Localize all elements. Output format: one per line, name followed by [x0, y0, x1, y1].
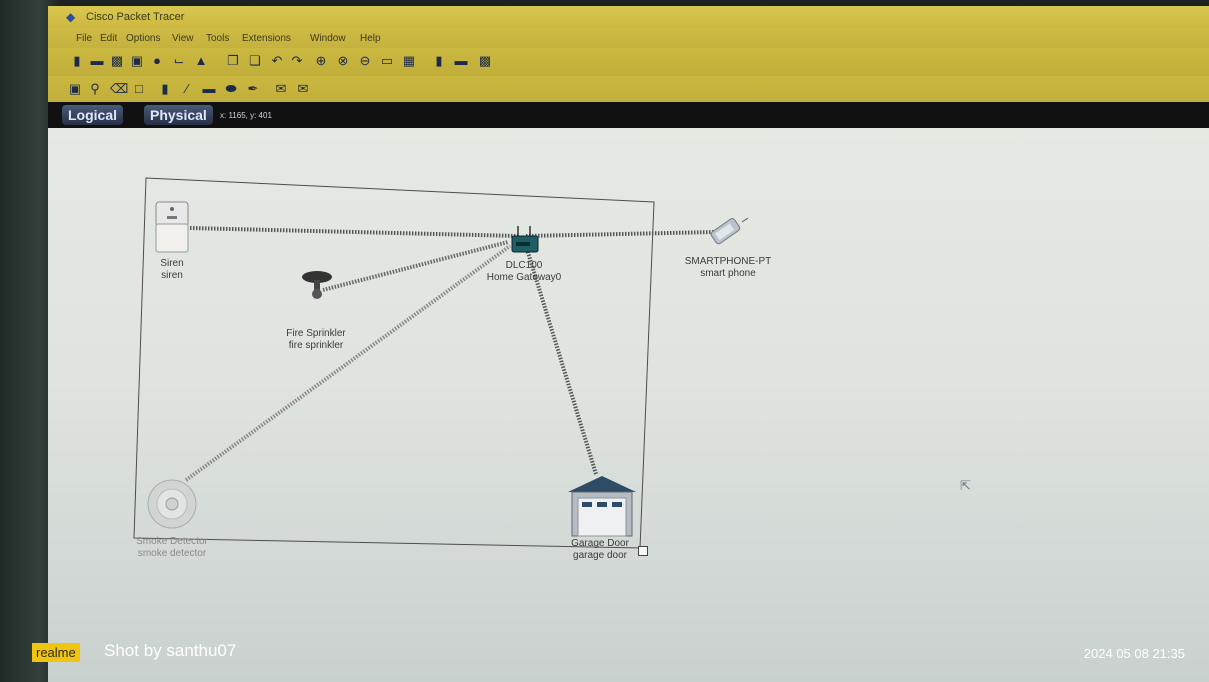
paste-icon[interactable]: ❏	[248, 54, 262, 68]
garage-door-type-label: Garage Door	[571, 538, 629, 549]
add-complex-pdu-icon[interactable]: ✉	[296, 82, 310, 96]
tab-logical[interactable]: Logical	[62, 105, 124, 125]
logical-workspace[interactable]: Siren siren Fire Sprinkler fire sprinkle…	[48, 128, 1209, 682]
smoke-detector-label: Smoke Detector smoke detector	[124, 536, 220, 560]
menu-help[interactable]: Help	[360, 33, 381, 44]
new-file-icon[interactable]: ▮	[70, 54, 84, 68]
shot-by-caption: Shot by santhu07	[104, 641, 237, 660]
activity-icon[interactable]: ▲	[194, 54, 208, 68]
menu-window[interactable]: Window	[310, 33, 346, 44]
link-siren-gateway[interactable]	[189, 226, 519, 238]
place-note-icon[interactable]: ▮	[158, 82, 172, 96]
fire-sprinkler-icon	[302, 271, 332, 299]
open-folder-icon[interactable]: ▬	[90, 54, 104, 68]
redo-icon[interactable]: ↷	[290, 54, 304, 68]
coordinate-readout: x: 1165, y: 401	[220, 111, 272, 120]
inspect-icon[interactable]: ⚲	[88, 82, 102, 96]
print-icon[interactable]: ▣	[130, 54, 144, 68]
smartphone-label: SMARTPHONE-PT smart phone	[668, 256, 788, 280]
menu-tools[interactable]: Tools	[206, 33, 229, 44]
notes-icon[interactable]: ▮	[432, 54, 446, 68]
menu-file[interactable]: File	[76, 33, 92, 44]
fire-sprinkler-type-label: Fire Sprinkler	[286, 328, 346, 339]
topology-canvas	[133, 177, 717, 549]
smartphone-type-label: SMARTPHONE-PT	[684, 256, 772, 267]
siren-type-label: Siren	[160, 258, 184, 269]
main-toolbar: ▮ ▬ ▩ ▣ ● ⌙ ▲ ❐ ❏ ↶ ↷ ⊕ ⊗ ⊖ ▭ ▦ ▮ ▬ ▩	[48, 48, 1209, 76]
fire-sprinkler-label: Fire Sprinkler fire sprinkler	[266, 328, 366, 352]
smartphone-device[interactable]	[704, 216, 752, 251]
network-info-icon[interactable]: ●	[150, 54, 164, 68]
activity-wizard-icon[interactable]: ⌙	[172, 54, 186, 68]
garage-door-name-label: garage door	[573, 550, 627, 561]
save-icon[interactable]: ▩	[110, 54, 124, 68]
fire-sprinkler-name-label: fire sprinkler	[288, 340, 344, 351]
copy-icon[interactable]: ❐	[226, 54, 240, 68]
image-icon[interactable]: ▩	[478, 54, 492, 68]
title-bar: ◆ Cisco Packet Tracer	[48, 6, 1209, 28]
fire-sprinkler-device[interactable]	[300, 268, 334, 307]
home-gateway-label: DLC100 Home Gateway0	[464, 260, 584, 284]
garage-door-device[interactable]	[566, 472, 638, 543]
siren-device[interactable]	[152, 200, 192, 261]
camera-brand-badge: realme	[32, 643, 80, 662]
app-window: ◆ Cisco Packet Tracer File Edit Options …	[48, 6, 1209, 682]
window-title: Cisco Packet Tracer	[86, 11, 185, 23]
draw-rectangle-icon[interactable]: ▬	[202, 82, 216, 96]
menu-options[interactable]: Options	[126, 33, 160, 44]
menu-bar: File Edit Options View Tools Extensions …	[48, 28, 1209, 48]
tab-physical-label: Physical	[150, 107, 207, 123]
packet-tracer-icon: ◆	[66, 10, 76, 24]
zoom-out-icon[interactable]: ⊖	[358, 54, 372, 68]
draw-palette-icon[interactable]: ▭	[380, 54, 394, 68]
tab-logical-label: Logical	[68, 107, 118, 123]
menu-edit[interactable]: Edit	[100, 33, 117, 44]
draw-line-icon[interactable]: ∕	[180, 82, 194, 96]
smoke-detector-type-label: Smoke Detector	[136, 536, 208, 547]
siren-label: Siren siren	[152, 258, 192, 282]
menu-extensions[interactable]: Extensions	[242, 33, 291, 44]
undo-icon[interactable]: ↶	[270, 54, 284, 68]
smartphone-icon	[710, 217, 749, 245]
resize-icon[interactable]: □	[132, 82, 146, 96]
menu-view[interactable]: View	[172, 33, 194, 44]
garage-door-label: Garage Door garage door	[548, 538, 652, 562]
siren-icon	[155, 201, 189, 253]
home-gateway-type-label: DLC100	[505, 260, 543, 271]
workspace-tab-bar: Logical Physical x: 1165, y: 401	[48, 102, 1209, 128]
delete-icon[interactable]: ⌫	[110, 82, 128, 96]
zoom-reset-icon[interactable]: ⊗	[336, 54, 350, 68]
link-smoke-gateway[interactable]	[184, 244, 512, 482]
photo-datetime: 2024 05 08 21:35	[1083, 646, 1185, 661]
smoke-detector-name-label: smoke detector	[137, 548, 207, 559]
zoom-in-icon[interactable]: ⊕	[314, 54, 328, 68]
home-gateway-icon	[511, 226, 539, 253]
tab-physical[interactable]: Physical	[144, 105, 213, 125]
custom-device-icon[interactable]: ▦	[402, 54, 416, 68]
draw-ellipse-icon[interactable]: ⬬	[224, 82, 238, 96]
resize-handle[interactable]	[638, 546, 648, 556]
home-gateway-name-label: Home Gateway0	[486, 272, 562, 283]
select-icon[interactable]: ▣	[68, 82, 82, 96]
link-gateway-phone[interactable]	[525, 230, 717, 238]
freeform-icon[interactable]: ✒	[246, 82, 260, 96]
add-simple-pdu-icon[interactable]: ✉	[274, 82, 288, 96]
smoke-detector-icon	[147, 479, 197, 529]
pdu-icon[interactable]: ▬	[454, 54, 468, 68]
edit-toolbar: ▣ ⚲ ⌫ □ ▮ ∕ ▬ ⬬ ✒ ✉ ✉	[48, 76, 1209, 102]
smoke-detector-device[interactable]	[146, 478, 202, 535]
smartphone-name-label: smart phone	[700, 268, 756, 279]
siren-name-label: siren	[161, 270, 183, 281]
home-gateway-device[interactable]	[508, 224, 540, 261]
garage-door-icon	[568, 476, 636, 537]
mouse-pointer-icon: ⇱	[960, 478, 971, 493]
